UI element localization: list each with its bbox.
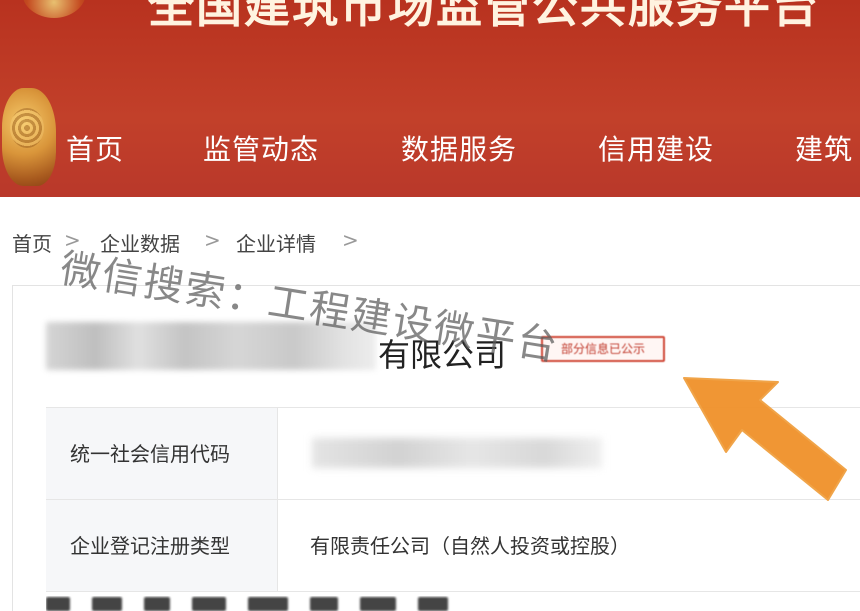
credit-code-label: 统一社会信用代码: [46, 408, 278, 499]
nav-item-home[interactable]: 首页: [66, 128, 124, 168]
breadcrumb-separator: >: [64, 228, 81, 252]
company-info-table: 统一社会信用代码 企业登记注册类型 有限责任公司（自然人投资或控股）: [46, 407, 860, 611]
status-badge: 部分信息已公示: [541, 336, 665, 362]
main-nav: 首页 监管动态 数据服务 信用建设 建筑: [0, 128, 860, 172]
nav-item-credit-building[interactable]: 信用建设: [598, 128, 714, 168]
breadcrumb-separator: >: [342, 228, 359, 252]
registration-type-value: 有限责任公司（自然人投资或控股）: [310, 534, 630, 558]
credit-code-redacted: [312, 438, 602, 468]
company-name-suffix: 有限公司: [378, 336, 507, 374]
breadcrumb-separator: >: [204, 228, 221, 252]
emblem-icon: [22, 0, 86, 18]
nav-item-data-services[interactable]: 数据服务: [401, 128, 517, 168]
table-row: 企业登记注册类型 有限责任公司（自然人投资或控股）: [46, 500, 860, 592]
site-title: 全国建筑市场监管公共服务平台: [148, 0, 820, 33]
nav-item-regulatory-news[interactable]: 监管动态: [203, 128, 319, 168]
breadcrumb-enterprise-data[interactable]: 企业数据: [100, 228, 180, 257]
company-name-redacted: [46, 322, 376, 370]
table-row: 统一社会信用代码: [46, 408, 860, 500]
site-header: 全国建筑市场监管公共服务平台 首页 监管动态 数据服务 信用建设 建筑: [0, 0, 860, 197]
breadcrumb-enterprise-detail: 企业详情: [236, 232, 316, 256]
registration-type-label: 企业登记注册类型: [46, 500, 278, 591]
breadcrumb-home[interactable]: 首页: [12, 228, 52, 257]
nav-item-construction[interactable]: 建筑: [795, 128, 853, 168]
table-row-cut-off: [46, 596, 826, 611]
